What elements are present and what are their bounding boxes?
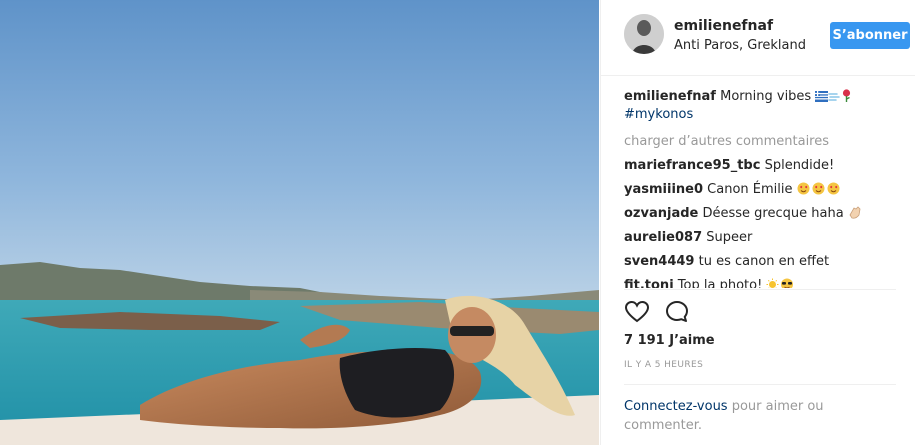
- comment-text: Déesse grecque haha: [702, 206, 844, 221]
- post-sidebar: emilienefnaf Anti Paros, Grekland S’abon…: [600, 0, 915, 445]
- post-header: emilienefnaf Anti Paros, Grekland S’abon…: [601, 0, 915, 76]
- caption: emilienefnaf Morning vibes #mykonos: [624, 88, 909, 124]
- likes-count[interactable]: 7 191 J’aime: [624, 333, 715, 348]
- comment-text: tu es canon en effet: [698, 254, 830, 269]
- header-username[interactable]: emilienefnaf: [674, 18, 773, 34]
- login-prompt: Connectez-vous pour aimer ou commenter.: [624, 397, 884, 435]
- comment-row: mariefrance95_tbc Splendide!: [624, 154, 909, 178]
- comment-text: Supeer: [706, 230, 753, 245]
- comment-username[interactable]: ozvanjade: [624, 206, 698, 221]
- caption-username[interactable]: emilienefnaf: [624, 89, 716, 104]
- divider: [624, 384, 896, 385]
- comment-text: Splendide!: [764, 158, 835, 173]
- comment-username[interactable]: mariefrance95_tbc: [624, 158, 760, 173]
- speech-bubble-icon[interactable]: [664, 299, 690, 325]
- comment-row: fit.toni Top la photo!: [624, 274, 909, 288]
- dash-emoji-icon: [828, 93, 841, 101]
- comment-row: ozvanjade Déesse grecque haha: [624, 202, 909, 226]
- comment-row: yasmiiine0 Canon Émilie: [624, 178, 909, 202]
- comment-row: aurelie087 Supeer: [624, 226, 909, 250]
- avatar-image: [624, 14, 664, 54]
- rose-emoji-icon: [843, 89, 851, 102]
- comments-list[interactable]: emilienefnaf Morning vibes #mykonos char…: [624, 88, 909, 288]
- caption-text: Morning vibes: [720, 89, 812, 104]
- clapping-hands-emoji-icon: [849, 206, 861, 219]
- comment-username[interactable]: yasmiiine0: [624, 182, 703, 197]
- greek-flag-emoji-icon: [815, 91, 829, 102]
- login-link[interactable]: Connectez-vous: [624, 399, 728, 414]
- heart-eyes-emoji-icon: [797, 182, 840, 195]
- comment-username[interactable]: sven4449: [624, 254, 694, 269]
- caption-hashtag[interactable]: #mykonos: [624, 107, 693, 122]
- sun-sunglasses-emoji-icon: [766, 278, 794, 288]
- post-timestamp[interactable]: IL Y A 5 HEURES: [624, 360, 703, 370]
- comment-username[interactable]: aurelie087: [624, 230, 702, 245]
- comment-text: Top la photo!: [677, 278, 763, 288]
- comment-username[interactable]: fit.toni: [624, 278, 674, 288]
- load-more-comments-button[interactable]: charger d’autres commentaires: [624, 130, 909, 154]
- heart-icon[interactable]: [624, 299, 650, 325]
- post-photo[interactable]: [0, 0, 599, 445]
- avatar[interactable]: [624, 14, 664, 54]
- beach-photo-image: [0, 0, 599, 445]
- follow-button[interactable]: S’abonner: [830, 22, 910, 49]
- header-location[interactable]: Anti Paros, Grekland: [674, 38, 806, 53]
- comment-text: Canon Émilie: [707, 182, 793, 197]
- divider: [624, 289, 896, 290]
- comment-row: sven4449 tu es canon en effet: [624, 250, 909, 274]
